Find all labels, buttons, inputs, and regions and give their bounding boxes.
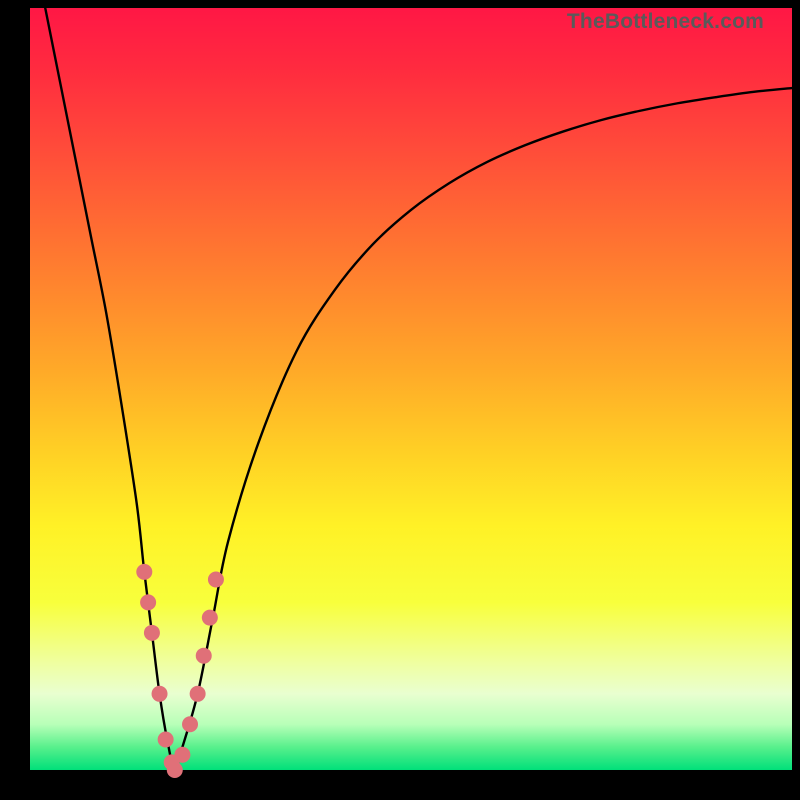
highlight-points — [136, 564, 224, 778]
highlight-point — [167, 762, 183, 778]
bottleneck-curve — [45, 8, 792, 770]
highlight-point — [202, 610, 218, 626]
chart-frame: TheBottleneck.com — [0, 0, 800, 800]
plot-area — [30, 8, 792, 770]
highlight-point — [140, 594, 156, 610]
highlight-point — [196, 648, 212, 664]
watermark-text: TheBottleneck.com — [567, 10, 764, 34]
highlight-point — [208, 572, 224, 588]
highlight-point — [144, 625, 160, 641]
highlight-point — [158, 732, 174, 748]
highlight-point — [136, 564, 152, 580]
highlight-point — [182, 716, 198, 732]
highlight-point — [152, 686, 168, 702]
highlight-point — [174, 747, 190, 763]
highlight-point — [190, 686, 206, 702]
curve-layer — [30, 8, 792, 770]
